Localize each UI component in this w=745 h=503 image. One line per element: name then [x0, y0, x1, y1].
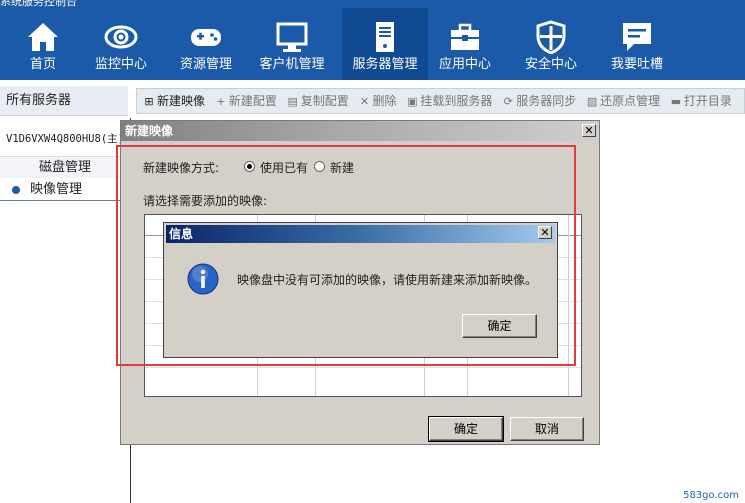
mount-to-server-button[interactable]: ▣ 挂载到服务器: [406, 89, 492, 113]
toolbar-label: 删除: [372, 94, 397, 108]
nav-servers[interactable]: 服务器管理: [342, 8, 428, 80]
close-icon: ✕: [584, 124, 594, 137]
mount-icon: ▣: [407, 95, 418, 108]
info-icon: [187, 263, 219, 295]
nav-feedback[interactable]: 我要吐槽: [594, 8, 680, 80]
sidebar-item-image[interactable]: 映像管理: [0, 179, 130, 201]
toolbar-label: 复制配置: [300, 94, 349, 108]
dialog-cancel-button[interactable]: 取消: [510, 417, 584, 441]
copy-icon: ▤: [287, 95, 298, 108]
toolbox-icon: [451, 23, 479, 50]
sync-icon: ⟳: [503, 95, 513, 108]
nav-clients[interactable]: 客户机管理: [249, 8, 335, 80]
message-close-button[interactable]: ✕: [538, 226, 552, 239]
restore-icon: ▧: [586, 95, 598, 108]
toolbar-label: 挂载到服务器: [420, 94, 493, 108]
gamepad-icon: [191, 29, 221, 46]
nav-label: 应用中心: [438, 57, 491, 72]
new-config-button[interactable]: + 新建配置: [215, 89, 277, 113]
dialog-ok-button[interactable]: 确定: [428, 416, 504, 442]
open-folder-button[interactable]: ▬ 打开目录: [670, 89, 732, 113]
selected-dot-icon: [12, 186, 20, 194]
toolbar-label: 还原点管理: [600, 94, 661, 108]
nav-label: 首页: [29, 57, 56, 72]
monitor-icon: [276, 22, 308, 52]
sidebar: 所有服务器 V1D6VXW4Q800HU8(主) 磁盘管理 映像管理: [0, 80, 130, 503]
toolbar-label: 服务器同步: [516, 94, 577, 108]
eye-icon: [104, 25, 138, 49]
dialog-close-button[interactable]: ✕: [582, 124, 596, 137]
nav-label: 安全中心: [524, 57, 577, 72]
nav-monitor[interactable]: 监控中心: [78, 8, 164, 80]
top-nav-bar: 系统服务控制台 首页 监控中心 资源管理 客户机管理 服务器管理 应用中心 安全…: [0, 0, 745, 80]
dialog-title: 新建映像: [121, 121, 599, 141]
delete-button[interactable]: ✕ 删除: [359, 89, 397, 113]
server-sync-button[interactable]: ⟳ 服务器同步: [502, 89, 577, 113]
info-message-box: 信息 ✕ 映像盘中没有可添加的映像，请使用新建来添加新映像。 确定: [163, 222, 558, 358]
new-icon: ⊞: [144, 95, 154, 108]
new-image-button[interactable]: ⊞ 新建映像: [143, 89, 205, 113]
restore-point-button[interactable]: ▧ 还原点管理: [586, 89, 660, 113]
watermark: 583go.com: [683, 490, 739, 501]
nav-resources[interactable]: 资源管理: [163, 8, 249, 80]
toolbar-label: 新建配置: [228, 94, 277, 108]
sidebar-server-item[interactable]: V1D6VXW4Q800HU8(主): [0, 126, 130, 152]
nav-label: 服务器管理: [352, 57, 418, 72]
grid-row-line: [145, 367, 581, 368]
server-icon: [376, 22, 394, 52]
toolbar: ⊞ 新建映像 + 新建配置 ▤ 复制配置 ✕ 删除 ▣ 挂载到服务器 ⟳ 服务器同步 ▧ 还原…: [136, 88, 745, 114]
nav-home[interactable]: 首页: [0, 8, 86, 80]
nav-security[interactable]: 安全中心: [508, 8, 594, 80]
nav-label: 我要吐槽: [610, 57, 663, 72]
sidebar-item-label: 映像管理: [30, 182, 83, 197]
nav-label: 资源管理: [179, 57, 232, 72]
toolbar-label: 打开目录: [683, 94, 732, 108]
home-icon: [28, 23, 58, 51]
sidebar-item-disk[interactable]: 磁盘管理: [0, 156, 130, 178]
copy-config-button[interactable]: ▤ 复制配置: [287, 89, 349, 113]
delete-icon: ✕: [359, 95, 370, 108]
feedback-icon: [623, 23, 651, 51]
nav-label: 监控中心: [94, 57, 147, 72]
shield-icon: [536, 20, 566, 54]
message-text: 映像盘中没有可添加的映像，请使用新建来添加新映像。: [237, 273, 538, 287]
message-title: 信息: [166, 225, 555, 243]
nav-apps[interactable]: 应用中心: [422, 8, 508, 80]
message-ok-button[interactable]: 确定: [462, 314, 537, 338]
sidebar-title[interactable]: 所有服务器: [0, 86, 128, 116]
toolbar-label: 新建映像: [157, 94, 206, 108]
folder-icon: ▬: [670, 95, 682, 108]
nav-label: 客户机管理: [259, 57, 325, 72]
plus-icon: +: [216, 95, 226, 108]
close-icon: ✕: [540, 226, 550, 239]
